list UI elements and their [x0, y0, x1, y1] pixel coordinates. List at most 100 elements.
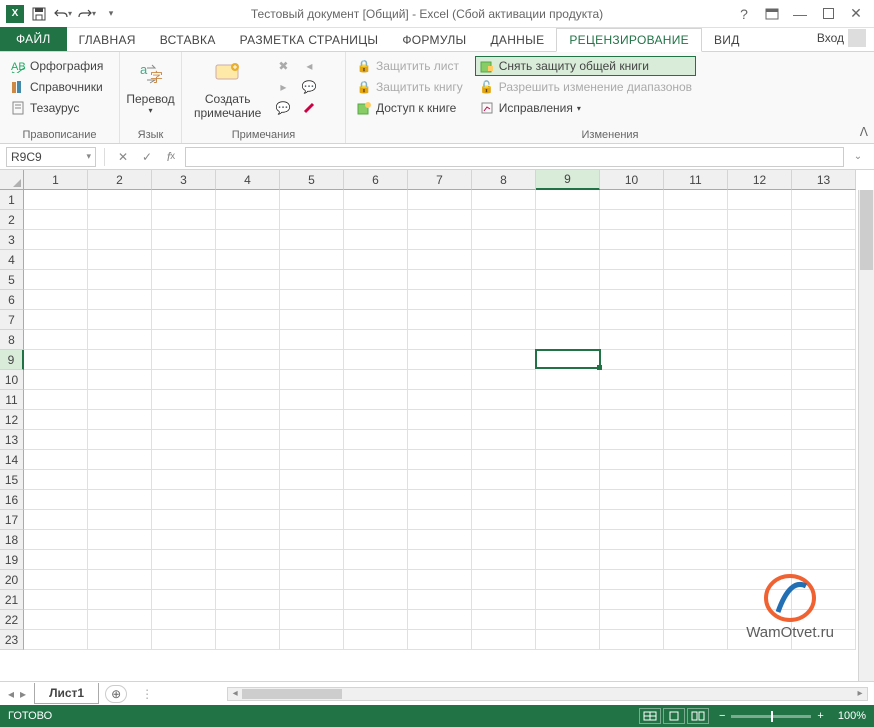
- cell[interactable]: [24, 350, 88, 370]
- cell[interactable]: [24, 310, 88, 330]
- row-header[interactable]: 2: [0, 210, 24, 230]
- row-header[interactable]: 9: [0, 350, 24, 370]
- cell[interactable]: [408, 610, 472, 630]
- row-header[interactable]: 17: [0, 510, 24, 530]
- cancel-formula-icon[interactable]: ✕: [113, 147, 133, 167]
- cell[interactable]: [600, 430, 664, 450]
- cell[interactable]: [216, 390, 280, 410]
- cell[interactable]: [600, 210, 664, 230]
- row-header[interactable]: 10: [0, 370, 24, 390]
- cell[interactable]: [728, 550, 792, 570]
- cell[interactable]: [344, 390, 408, 410]
- cell[interactable]: [664, 510, 728, 530]
- cell[interactable]: [536, 490, 600, 510]
- cell[interactable]: [472, 390, 536, 410]
- cell[interactable]: [536, 290, 600, 310]
- cell[interactable]: [792, 430, 856, 450]
- col-header[interactable]: 6: [344, 170, 408, 190]
- cell[interactable]: [216, 330, 280, 350]
- cell[interactable]: [536, 430, 600, 450]
- cell[interactable]: [88, 390, 152, 410]
- cell[interactable]: [728, 450, 792, 470]
- thesaurus-button[interactable]: Тезаурус: [6, 98, 107, 118]
- cell[interactable]: [728, 570, 792, 590]
- cell[interactable]: [216, 550, 280, 570]
- row-header[interactable]: 5: [0, 270, 24, 290]
- row-header[interactable]: 11: [0, 390, 24, 410]
- cell[interactable]: [152, 450, 216, 470]
- cell[interactable]: [24, 430, 88, 450]
- cell[interactable]: [280, 470, 344, 490]
- cell[interactable]: [216, 610, 280, 630]
- cell[interactable]: [24, 250, 88, 270]
- cell[interactable]: [280, 310, 344, 330]
- cell[interactable]: [280, 370, 344, 390]
- cell[interactable]: [24, 490, 88, 510]
- col-header[interactable]: 7: [408, 170, 472, 190]
- tab-pagelayout[interactable]: РАЗМЕТКА СТРАНИЦЫ: [228, 29, 391, 51]
- cell[interactable]: [216, 410, 280, 430]
- cell[interactable]: [88, 190, 152, 210]
- cell[interactable]: [88, 230, 152, 250]
- cell[interactable]: [600, 490, 664, 510]
- cell[interactable]: [664, 410, 728, 430]
- cell[interactable]: [88, 610, 152, 630]
- cell[interactable]: [728, 270, 792, 290]
- row-header[interactable]: 1: [0, 190, 24, 210]
- cell[interactable]: [280, 250, 344, 270]
- cell[interactable]: [600, 250, 664, 270]
- cell[interactable]: [88, 570, 152, 590]
- cell[interactable]: [664, 630, 728, 650]
- cell[interactable]: [792, 630, 856, 650]
- cell[interactable]: [24, 510, 88, 530]
- cell[interactable]: [664, 350, 728, 370]
- cell[interactable]: [344, 290, 408, 310]
- cell[interactable]: [152, 630, 216, 650]
- cell[interactable]: [152, 350, 216, 370]
- cell[interactable]: [344, 250, 408, 270]
- cell[interactable]: [280, 270, 344, 290]
- cell[interactable]: [600, 270, 664, 290]
- cell[interactable]: [408, 430, 472, 450]
- cell[interactable]: [152, 410, 216, 430]
- cell[interactable]: [280, 530, 344, 550]
- cell[interactable]: [88, 250, 152, 270]
- cell[interactable]: [280, 190, 344, 210]
- cell[interactable]: [152, 490, 216, 510]
- cell[interactable]: [600, 330, 664, 350]
- cell[interactable]: [600, 290, 664, 310]
- save-icon[interactable]: [28, 3, 50, 25]
- cell[interactable]: [792, 610, 856, 630]
- cell[interactable]: [408, 450, 472, 470]
- cell[interactable]: [472, 210, 536, 230]
- cell[interactable]: [24, 410, 88, 430]
- sheet-nav-prev-icon[interactable]: ◂: [8, 687, 14, 701]
- cell[interactable]: [344, 190, 408, 210]
- zoom-out-button[interactable]: −: [719, 710, 725, 722]
- cell[interactable]: [408, 350, 472, 370]
- cell[interactable]: [24, 370, 88, 390]
- view-pagelayout-icon[interactable]: [663, 708, 685, 724]
- cell[interactable]: [216, 590, 280, 610]
- cell[interactable]: [24, 470, 88, 490]
- cell[interactable]: [344, 230, 408, 250]
- cell[interactable]: [664, 550, 728, 570]
- cell[interactable]: [216, 490, 280, 510]
- row-header[interactable]: 13: [0, 430, 24, 450]
- cell[interactable]: [152, 550, 216, 570]
- row-header[interactable]: 7: [0, 310, 24, 330]
- cell[interactable]: [664, 570, 728, 590]
- share-workbook-button[interactable]: Доступ к книге: [352, 98, 467, 118]
- row-header[interactable]: 20: [0, 570, 24, 590]
- zoom-slider[interactable]: [731, 715, 811, 718]
- cell[interactable]: [152, 610, 216, 630]
- cell[interactable]: [600, 310, 664, 330]
- maximize-button[interactable]: [816, 4, 840, 24]
- sign-in[interactable]: Вход: [809, 25, 874, 51]
- qat-customize-icon[interactable]: ▾: [100, 3, 122, 25]
- cell[interactable]: [792, 190, 856, 210]
- cell[interactable]: [216, 310, 280, 330]
- cell[interactable]: [152, 190, 216, 210]
- cell[interactable]: [536, 330, 600, 350]
- cell[interactable]: [472, 290, 536, 310]
